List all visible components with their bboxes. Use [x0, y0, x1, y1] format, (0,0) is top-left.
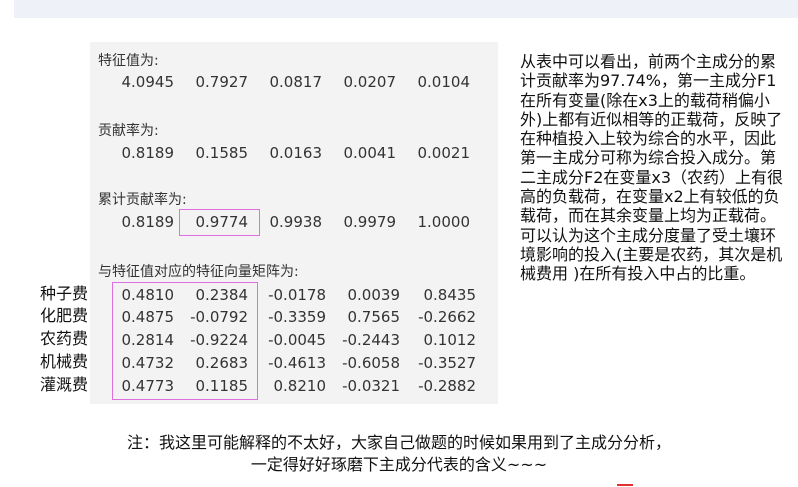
contribution-1: 0.8189	[121, 144, 175, 162]
eigenvalue-1: 4.0945	[121, 73, 175, 91]
matrix-cell: -0.2882	[418, 377, 476, 395]
explanation-text: 从表中可以看出，前两个主成分的累计贡献率为97.74%，第一主成分F1在所有变量…	[520, 52, 784, 284]
contribution-3: 0.0163	[269, 144, 323, 162]
matrix-cell: -0.0045	[268, 331, 326, 349]
eigenvalue-2: 0.7927	[195, 73, 249, 91]
matrix-cell: -0.6058	[342, 354, 400, 372]
row-label-seed-cost: 种子费	[40, 284, 89, 303]
matrix-cell: -0.0321	[342, 377, 400, 395]
matrix-cell: 0.8435	[423, 286, 477, 304]
first-two-components-highlight-box	[112, 282, 258, 400]
matrix-cell: 0.0039	[347, 286, 401, 304]
contribution-label: 贡献率为:	[98, 123, 159, 139]
cumulative-highlight-box	[179, 209, 260, 236]
red-underline-mark	[617, 484, 633, 486]
note-line-1: 注：我这里可能解释的不太好，大家自己做题的时候如果用到了主成分分析，	[126, 433, 671, 452]
row-label-fertilizer-cost: 化肥费	[40, 306, 89, 325]
row-label-pesticide-cost: 农药费	[40, 329, 89, 348]
contribution-4: 0.0041	[343, 144, 397, 162]
cumulative-5: 1.0000	[417, 213, 471, 231]
matrix-cell: 0.7565	[347, 308, 401, 326]
matrix-cell: -0.4613	[268, 354, 326, 372]
eigenvalue-3: 0.0817	[269, 73, 323, 91]
matrix-cell: -0.3359	[268, 308, 326, 326]
cumulative-1: 0.8189	[121, 213, 175, 231]
matrix-cell: -0.2662	[418, 308, 476, 326]
eigenvalue-5: 0.0104	[417, 73, 471, 91]
slide-header-bar	[14, 0, 798, 18]
row-label-irrigation-cost: 灌溉费	[40, 375, 89, 394]
matrix-cell: -0.0178	[268, 286, 326, 304]
note-line-2: 一定得好好琢磨下主成分代表的含义~~~	[250, 455, 548, 474]
eigenvalue-label: 特征值为:	[98, 53, 159, 69]
cumulative-4: 0.9979	[343, 213, 397, 231]
cumulative-label: 累计贡献率为:	[98, 192, 187, 208]
matrix-label: 与特征值对应的特征向量矩阵为:	[98, 264, 299, 280]
cumulative-3: 0.9938	[269, 213, 323, 231]
matrix-cell: -0.2443	[342, 331, 400, 349]
contribution-2: 0.1585	[195, 144, 249, 162]
matrix-cell: 0.8210	[273, 377, 327, 395]
eigenvalue-4: 0.0207	[343, 73, 397, 91]
row-label-machinery-cost: 机械费	[40, 352, 89, 371]
contribution-5: 0.0021	[417, 144, 471, 162]
matrix-cell: 0.1012	[423, 331, 477, 349]
matrix-cell: -0.3527	[418, 354, 476, 372]
